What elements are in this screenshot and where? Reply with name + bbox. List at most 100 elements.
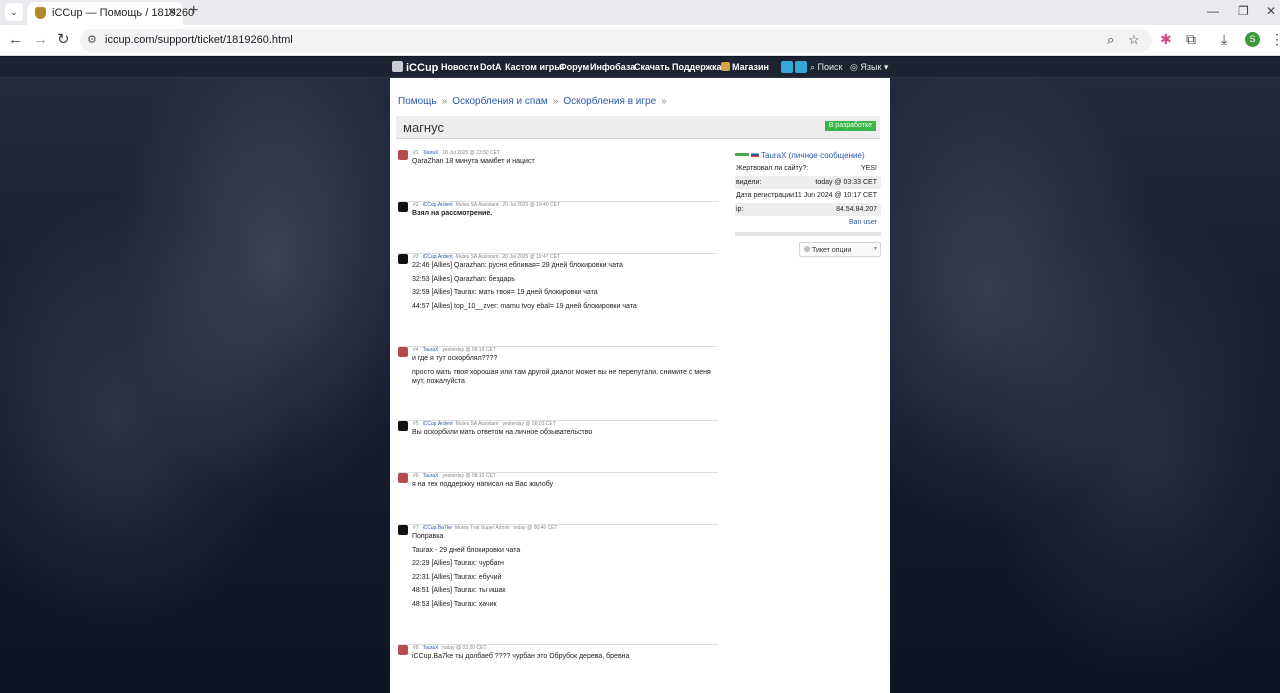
- ticket-title: магнус: [403, 120, 444, 135]
- url-text[interactable]: iccup.com/support/ticket/1819260.html: [105, 34, 293, 46]
- post-author[interactable]: iCCup.Ardent: [423, 421, 453, 427]
- avatar[interactable]: [398, 347, 408, 357]
- nav-news[interactable]: Новости: [441, 62, 479, 72]
- browser-tab-active[interactable]: iCCup — Помощь / 1819260 ✕: [27, 2, 194, 25]
- download-icon[interactable]: ⤓: [1221, 31, 1227, 48]
- user-link[interactable]: TauraX: [761, 151, 786, 160]
- info-value: YES!: [861, 165, 877, 172]
- post-text: 32:59 [Allies] Taurax: мать твоя= 19 дне…: [412, 289, 598, 296]
- extension-icon[interactable]: ✱: [1160, 31, 1172, 48]
- post-header: #4 TauraX yesterday @ 06:18 CET: [413, 347, 496, 353]
- post-author[interactable]: TauraX: [423, 150, 439, 156]
- extensions-puzzle-icon[interactable]: ⧉: [1186, 31, 1196, 48]
- ban-user-link[interactable]: Ban user: [735, 216, 881, 230]
- ticket-title-bar: магнус В разработке: [396, 116, 880, 139]
- ticket-post: #4 TauraX yesterday @ 06:18 CET и где я тут…: [398, 347, 718, 421]
- user-rank-icon: [735, 153, 749, 156]
- profile-icon[interactable]: [795, 61, 807, 73]
- post-number[interactable]: #1: [413, 150, 419, 156]
- post-number[interactable]: #4: [413, 347, 419, 353]
- post-author[interactable]: iCCup.Ardent: [423, 202, 453, 208]
- nav-download[interactable]: Скачать: [634, 62, 670, 72]
- post-text: 48:51 [Allies] Taurax: ты ишак: [412, 587, 506, 594]
- post-date: 20 Jul 2025 @ 19:47 CET: [502, 254, 561, 260]
- post-author[interactable]: iCCup.Ba7ke: [423, 525, 452, 531]
- avatar[interactable]: [398, 473, 408, 483]
- post-body: Взял на рассмотрение.: [412, 209, 717, 223]
- nav-search-label: Поиск: [817, 62, 843, 72]
- avatar[interactable]: [398, 254, 408, 264]
- ticket-options-dropdown[interactable]: Тикет опции ▾: [799, 242, 881, 257]
- browser-menu-icon[interactable]: ⋮: [1270, 31, 1280, 48]
- avatar[interactable]: [398, 645, 408, 655]
- address-bar[interactable]: ⚙ iccup.com/support/ticket/1819260.html …: [80, 29, 1152, 52]
- nav-shop[interactable]: Магазин: [721, 62, 769, 72]
- post-number[interactable]: #3: [413, 254, 419, 260]
- site-info-icon[interactable]: ⚙: [87, 33, 97, 46]
- post-role: Mutes Trial Super Admin: [455, 525, 510, 531]
- breadcrumb: Помощь » Оскорбления и спам » Оскорбления в …: [398, 96, 672, 107]
- breadcrumb-insults-spam[interactable]: Оскорбления и спам: [452, 96, 548, 107]
- nav-support[interactable]: Поддержка: [672, 62, 722, 72]
- background-art-right: [890, 78, 1280, 693]
- breadcrumb-insults-in-game[interactable]: Оскорбления в игре: [563, 96, 656, 107]
- post-role: Mutes SA Assistant: [455, 254, 499, 260]
- site-logo[interactable]: iCCup: [392, 61, 438, 74]
- info-label: Жертвовал ли сайту?:: [736, 165, 809, 172]
- tab-close-icon[interactable]: ✕: [167, 5, 177, 19]
- profile-avatar[interactable]: S: [1245, 32, 1260, 47]
- back-icon[interactable]: ←: [8, 31, 23, 49]
- ticket-post: #6 TauraX yesterday @ 08:10 CET я на тех по…: [398, 473, 718, 525]
- ticket-post: #7 iCCup.Ba7ke Mutes Trial Super Admin toda…: [398, 525, 718, 645]
- post-date: 20 Jul 2025 @ 19:40 CET: [502, 202, 561, 208]
- post-header: #8 TauraX today @ 03:20 CET: [413, 645, 486, 651]
- nav-search[interactable]: ⌕ Поиск: [810, 62, 843, 73]
- minimize-icon[interactable]: —: [1207, 4, 1219, 18]
- ticket-post: #5 iCCup.Ardent Mutes SA Assistant yesterda…: [398, 421, 718, 473]
- post-number[interactable]: #5: [413, 421, 419, 427]
- ticket-content: Помощь » Оскорбления и спам » Оскорбления в …: [390, 78, 890, 693]
- reload-icon[interactable]: ↻: [57, 31, 70, 49]
- avatar[interactable]: [398, 525, 408, 535]
- messages-icon[interactable]: [781, 61, 793, 73]
- breadcrumb-separator: »: [552, 96, 559, 107]
- user-info-panel: TauraX (личное сообщение) Жертвовал ли с…: [735, 150, 881, 257]
- nav-infobase[interactable]: Инфобаза: [590, 62, 635, 72]
- post-number[interactable]: #8: [413, 645, 419, 651]
- post-author[interactable]: TauraX: [423, 473, 439, 479]
- bookmark-star-icon[interactable]: ☆: [1128, 32, 1140, 48]
- nav-forum[interactable]: Форум: [559, 62, 589, 72]
- nav-language[interactable]: ◎ Язык ▾: [850, 62, 888, 73]
- avatar[interactable]: [398, 202, 408, 212]
- nav-dota[interactable]: DotA: [480, 62, 502, 72]
- private-message-link[interactable]: (личное сообщение): [789, 151, 865, 160]
- breadcrumb-help[interactable]: Помощь: [398, 96, 437, 107]
- nav-language-label: Язык: [860, 62, 882, 72]
- nav-custom-games[interactable]: Кастом игры: [505, 62, 562, 72]
- post-header: #7 iCCup.Ba7ke Mutes Trial Super Admin toda…: [413, 525, 558, 531]
- post-number[interactable]: #7: [413, 525, 419, 531]
- window-close-icon[interactable]: ✕: [1266, 4, 1276, 18]
- browser-tabbar: ⌄ iCCup — Помощь / 1819260 ✕ + — ❐ ✕: [0, 0, 1280, 25]
- forward-icon[interactable]: →: [33, 31, 48, 49]
- post-author[interactable]: iCCup.Ardent: [423, 254, 453, 260]
- ticket-post: #8 TauraX today @ 03:20 CET iCCup.Ba7ke ты …: [398, 645, 718, 693]
- post-date: yesterday @ 06:18 CET: [442, 347, 496, 353]
- post-author[interactable]: TauraX: [423, 645, 439, 651]
- avatar[interactable]: [398, 150, 408, 160]
- new-tab-icon[interactable]: +: [189, 3, 198, 19]
- avatar[interactable]: [398, 421, 408, 431]
- restore-icon[interactable]: ❐: [1238, 4, 1249, 18]
- post-text: Поправка: [412, 533, 444, 540]
- post-text: QaraZhan 18 минута мамбет и нацист: [412, 158, 535, 165]
- ticket-post: #2 iCCup.Ardent Mutes SA Assistant 20 Jul 2…: [398, 202, 718, 254]
- post-author[interactable]: TauraX: [423, 347, 439, 353]
- post-body: Поправка Taurax - 29 дней блокировки чата…: [412, 532, 717, 613]
- post-date: today @ 00:46 CET: [513, 525, 558, 531]
- post-number[interactable]: #6: [413, 473, 419, 479]
- tab-search-button[interactable]: ⌄: [5, 3, 23, 21]
- zoom-icon[interactable]: ⌕: [1107, 32, 1114, 48]
- post-number[interactable]: #2: [413, 202, 419, 208]
- post-text: 44:57 [Allies] top_10__zver: mamu tvoy e…: [412, 302, 637, 310]
- shop-bag-icon: [721, 62, 730, 71]
